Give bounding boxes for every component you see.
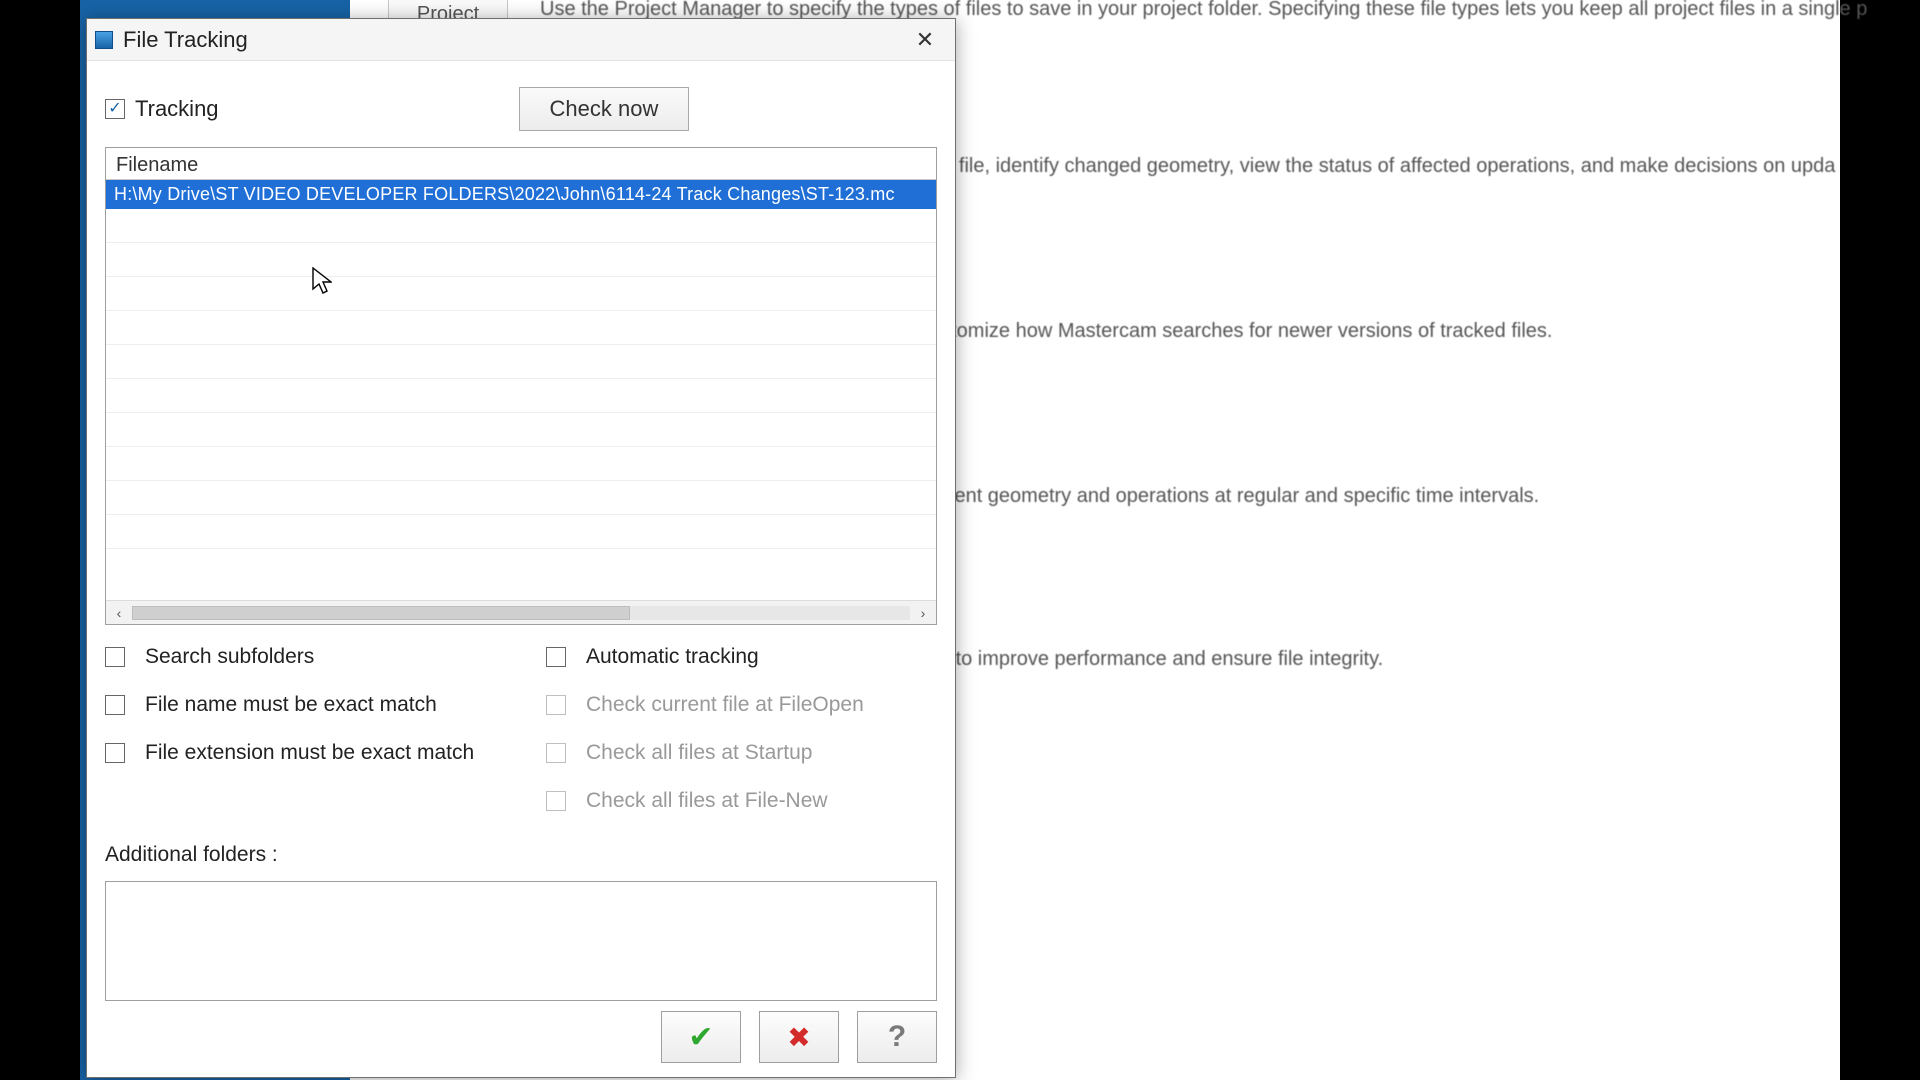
help-button[interactable] bbox=[857, 1011, 937, 1063]
letterbox-right bbox=[1840, 0, 1920, 1080]
letterbox-left bbox=[0, 0, 80, 1080]
additional-folders-textarea[interactable] bbox=[105, 881, 937, 1001]
file-list[interactable]: Filename H:\My Drive\ST VIDEO DEVELOPER … bbox=[105, 147, 937, 625]
scroll-track[interactable] bbox=[132, 606, 910, 620]
check-icon bbox=[688, 1020, 713, 1055]
automatic-tracking-checkbox[interactable] bbox=[546, 647, 566, 667]
app-icon bbox=[95, 31, 113, 49]
file-list-hscrollbar[interactable]: ‹ › bbox=[106, 600, 936, 624]
check-filenew-checkbox bbox=[546, 791, 566, 811]
file-list-header-filename[interactable]: Filename bbox=[106, 148, 936, 180]
fileext-exact-checkbox[interactable] bbox=[105, 743, 125, 763]
tracking-checkbox[interactable] bbox=[105, 99, 125, 119]
close-icon: ✕ bbox=[916, 27, 934, 53]
search-subfolders-checkbox[interactable] bbox=[105, 647, 125, 667]
file-tracking-dialog: File Tracking ✕ Tracking Check now Filen… bbox=[86, 18, 956, 1078]
ok-button[interactable] bbox=[661, 1011, 741, 1063]
help-icon bbox=[888, 1020, 906, 1054]
search-subfolders-label: Search subfolders bbox=[145, 645, 314, 669]
scroll-thumb[interactable] bbox=[132, 606, 630, 620]
check-startup-checkbox bbox=[546, 743, 566, 763]
check-fileopen-label: Check current file at FileOpen bbox=[586, 693, 864, 717]
scroll-right-icon[interactable]: › bbox=[914, 604, 932, 622]
background-text-line4: urrent geometry and operations at regula… bbox=[930, 485, 1539, 508]
check-fileopen-checkbox bbox=[546, 695, 566, 715]
dialog-titlebar[interactable]: File Tracking ✕ bbox=[87, 19, 955, 61]
background-text-line5: ile to improve performance and ensure fi… bbox=[930, 648, 1383, 671]
file-list-body[interactable]: H:\My Drive\ST VIDEO DEVELOPER FOLDERS\2… bbox=[106, 180, 936, 600]
additional-folders-label: Additional folders : bbox=[105, 843, 937, 867]
scroll-left-icon[interactable]: ‹ bbox=[110, 604, 128, 622]
automatic-tracking-label: Automatic tracking bbox=[586, 645, 759, 669]
file-list-row-selected[interactable]: H:\My Drive\ST VIDEO DEVELOPER FOLDERS\2… bbox=[106, 180, 936, 209]
cancel-button[interactable] bbox=[759, 1011, 839, 1063]
check-filenew-label: Check all files at File-New bbox=[586, 789, 828, 813]
dialog-title: File Tracking bbox=[123, 27, 903, 53]
background-text-line2: art file, identify changed geometry, vie… bbox=[930, 155, 1835, 178]
filename-exact-checkbox[interactable] bbox=[105, 695, 125, 715]
filename-exact-label: File name must be exact match bbox=[145, 693, 437, 717]
background-text-line3: ustomize how Mastercam searches for newe… bbox=[930, 320, 1552, 343]
fileext-exact-label: File extension must be exact match bbox=[145, 741, 474, 765]
x-icon bbox=[787, 1021, 810, 1054]
tracking-label: Tracking bbox=[135, 96, 219, 122]
check-startup-label: Check all files at Startup bbox=[586, 741, 812, 765]
check-now-button[interactable]: Check now bbox=[519, 87, 690, 131]
close-button[interactable]: ✕ bbox=[903, 22, 947, 58]
